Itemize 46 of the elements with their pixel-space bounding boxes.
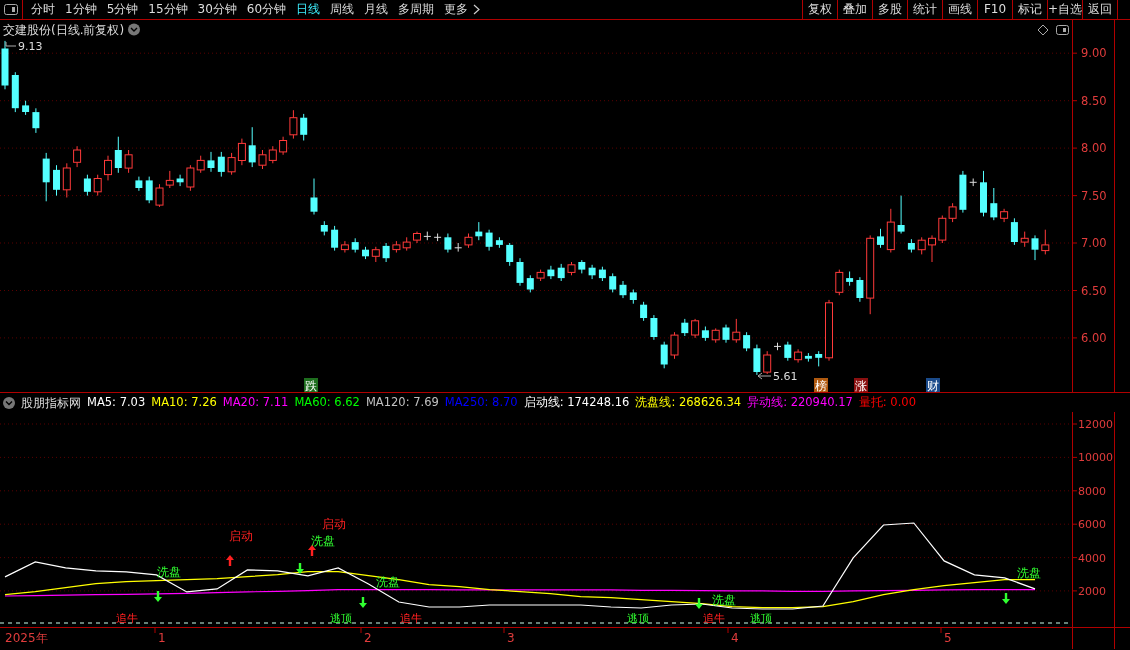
axis-label: 6.00 xyxy=(1081,330,1107,345)
signal-label: 逃顶 xyxy=(330,612,352,625)
indicator-value: MA5: 7.03 xyxy=(87,393,146,411)
indicator-value: 洗盘线: 268626.34 xyxy=(635,393,742,411)
axis-label: 7.50 xyxy=(1081,188,1107,203)
date-label: 5 xyxy=(944,631,952,645)
date-label: 2025年 xyxy=(5,631,48,645)
indicator-value: MA10: 7.26 xyxy=(151,393,217,411)
signal-label: 追牛 xyxy=(703,612,725,625)
indicator-value: MA60: 6.62 xyxy=(294,393,360,411)
date-label: 3 xyxy=(507,631,515,645)
indicator-name: 股朋指标网 xyxy=(21,394,81,412)
signal-label: 洗盘 xyxy=(1017,566,1041,580)
indicator-value: 启动线: 174248.16 xyxy=(523,393,630,411)
date-label: 2 xyxy=(364,631,372,645)
axis-label: 6000 xyxy=(1078,518,1106,532)
chart-title: 交建股份(日线.前复权) xyxy=(3,23,125,37)
indicator-value: MA20: 7.11 xyxy=(222,393,289,411)
axis-label: 7.00 xyxy=(1081,236,1107,250)
signal-label: 洗盘 xyxy=(376,575,400,589)
date-label: 4 xyxy=(731,631,739,645)
signal-label: 追牛 xyxy=(400,612,422,625)
signal-label: 启动 xyxy=(322,517,346,531)
axis-label: 2000 xyxy=(1078,584,1106,598)
signal-label: 追牛 xyxy=(116,612,138,625)
axis-label: 4000 xyxy=(1078,551,1106,565)
signal-label: 启动 xyxy=(229,529,253,543)
signal-label: 逃顶 xyxy=(627,612,649,625)
low-price-label: 5.61 xyxy=(773,370,798,383)
indicator-value: 量托: 0.00 xyxy=(858,393,916,411)
axis-label: 8.00 xyxy=(1081,141,1107,156)
high-price-label: 9.13 xyxy=(18,40,43,53)
axis-label: 12000 xyxy=(1078,418,1113,431)
signal-label: 洗盘 xyxy=(311,534,335,548)
indicator-value: 异动线: 220940.17 xyxy=(747,393,853,411)
axis-label: 10000 xyxy=(1078,451,1113,465)
date-label: 1 xyxy=(158,631,166,645)
signal-label: 逃顶 xyxy=(750,612,772,625)
indicator-value: MA120: 7.69 xyxy=(365,393,439,411)
signal-label: 洗盘 xyxy=(157,565,181,579)
axis-label: 8.50 xyxy=(1081,93,1107,108)
indicator-value: MA250: 8.70 xyxy=(444,393,518,411)
axis-label: 8000 xyxy=(1078,484,1106,498)
axis-label: 9.00 xyxy=(1081,46,1107,61)
axis-label: 6.50 xyxy=(1081,283,1107,298)
signal-label: 洗盘 xyxy=(712,593,736,607)
